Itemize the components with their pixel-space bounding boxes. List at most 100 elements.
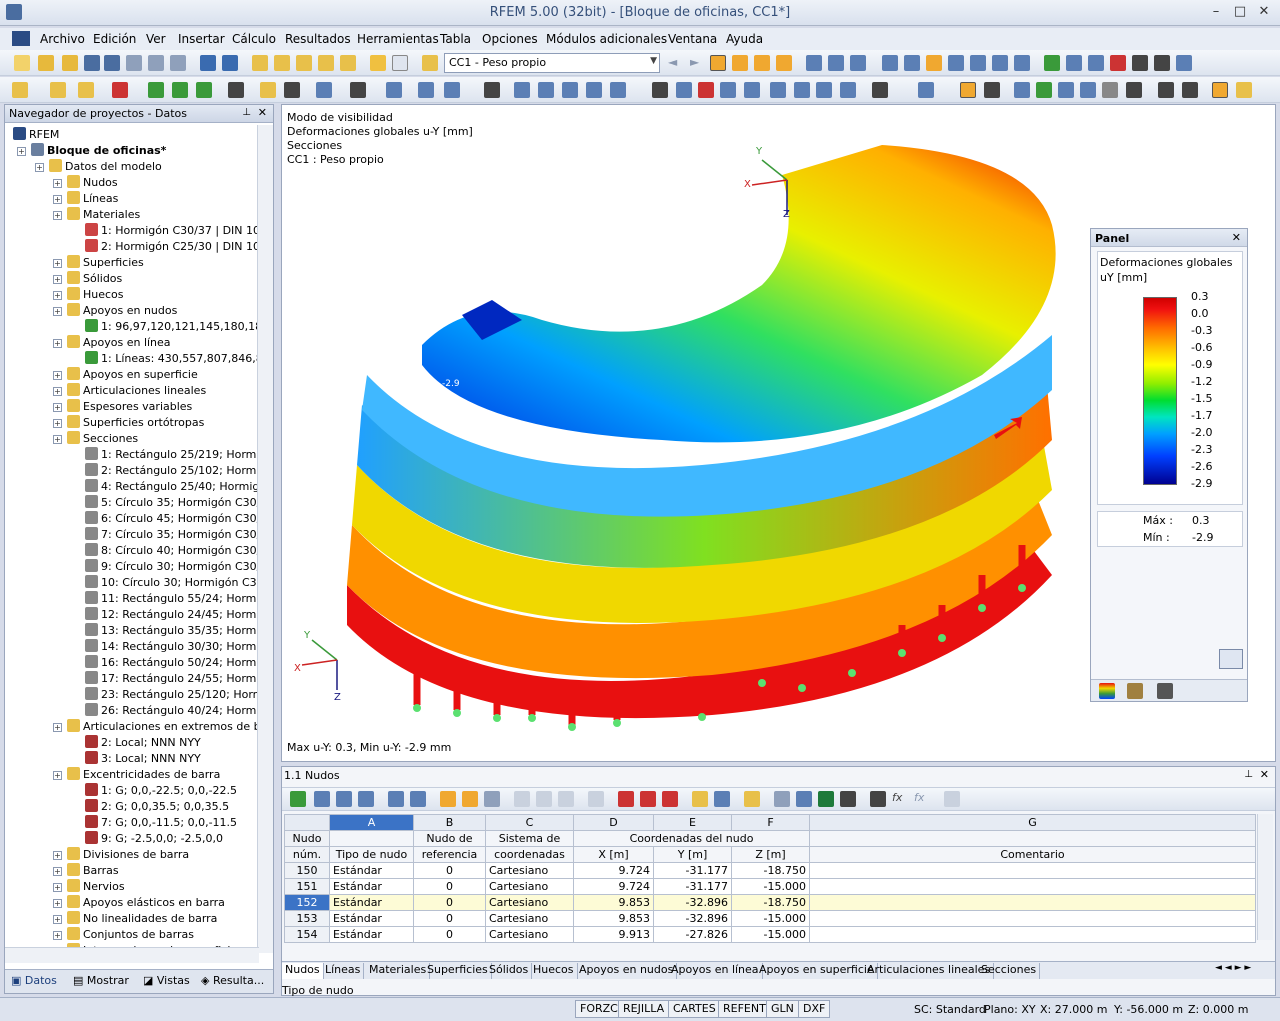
tree-item[interactable]: 2: G; 0,0,35.5; 0,0,35.5 (85, 799, 229, 815)
table-filter-icon[interactable] (692, 791, 708, 807)
tab-scroll-arrows[interactable]: ◄ ◄ ► ► (1212, 963, 1254, 979)
table-note-icon[interactable] (744, 791, 760, 807)
navigator-vertical-scrollbar[interactable] (257, 125, 273, 953)
menu-modulos[interactable]: Módulos adicionales (546, 32, 667, 46)
table-insert-icon[interactable] (514, 791, 530, 807)
cell-y[interactable]: -31.177 (653, 862, 732, 879)
cell-comment[interactable] (809, 910, 1256, 927)
move-icon[interactable] (926, 55, 942, 71)
calc-all-icon[interactable] (274, 55, 290, 71)
select-icon[interactable] (386, 82, 402, 98)
col-header-e[interactable]: E (653, 814, 732, 831)
deformation-icon[interactable] (710, 55, 726, 71)
expand-icon[interactable]: + (53, 211, 62, 220)
tree-item[interactable]: 1: G; 0,0,-22.5; 0,0,-22.5 (85, 783, 237, 799)
grid-icon[interactable] (882, 55, 898, 71)
perspective-icon[interactable] (840, 82, 856, 98)
expand-icon[interactable]: + (17, 147, 26, 156)
tree-item[interactable]: 3: Local; NNN NYY (85, 751, 201, 767)
save-icon[interactable] (84, 55, 100, 71)
insert-support2-icon[interactable] (172, 82, 188, 98)
menu-ayuda[interactable]: Ayuda (726, 32, 763, 46)
cell-num[interactable]: 153 (284, 910, 330, 927)
rfem-logo-icon[interactable] (12, 31, 30, 46)
tab-nudos[interactable]: Nudos (282, 963, 324, 979)
tree-item[interactable]: + No linealidades de barra (53, 911, 217, 927)
solids-icon[interactable] (610, 82, 626, 98)
col-header-f[interactable]: F (731, 814, 810, 831)
tree-item[interactable]: + Nervios (53, 879, 125, 895)
expand-icon[interactable]: + (53, 275, 62, 284)
tree-item[interactable]: 13: Rectángulo 35/35; Hormigó (85, 623, 259, 639)
balance-icon[interactable] (1127, 683, 1143, 699)
grid-toggle-icon[interactable] (1126, 82, 1142, 98)
cell-y[interactable]: -27.826 (653, 926, 732, 943)
tree-item[interactable]: 5: Círculo 35; Hormigón C30/37 (85, 495, 259, 511)
tab-articulaciones-lineales[interactable]: Articulaciones lineales (864, 963, 995, 979)
cube-icon[interactable] (1080, 82, 1096, 98)
cell-comment[interactable] (809, 894, 1256, 911)
show-results-icon[interactable] (318, 55, 334, 71)
expand-icon[interactable]: + (53, 259, 62, 268)
tree-item[interactable]: + Bloque de oficinas* (17, 143, 166, 159)
cell-x[interactable]: 9.913 (573, 926, 654, 943)
expand-icon[interactable]: + (53, 771, 62, 780)
tree-item[interactable]: 1: 96,97,120,121,145,180,181 (85, 319, 259, 335)
expand-icon[interactable]: + (53, 867, 62, 876)
table-delete-icon[interactable] (662, 791, 678, 807)
table-redo-icon[interactable] (462, 791, 478, 807)
render-icon[interactable] (350, 82, 366, 98)
expand-icon[interactable]: + (53, 723, 62, 732)
table-row[interactable]: 154 Estándar 0 Cartesiano 9.913 -27.826 -15.00… (284, 926, 1256, 943)
print-graphic-icon[interactable] (872, 82, 888, 98)
line-icon[interactable] (1088, 55, 1104, 71)
tree-item[interactable]: 1: Líneas: 430,557,807,846,86 (85, 351, 259, 367)
table-row[interactable]: 153 Estándar 0 Cartesiano 9.853 -32.896 -15.00… (284, 910, 1256, 927)
insert-member-icon[interactable] (112, 82, 128, 98)
next-icon[interactable]: ► (690, 55, 706, 71)
color-scale-icon[interactable] (1099, 683, 1115, 699)
zoom-icon[interactable] (1044, 55, 1060, 71)
tree-item[interactable]: 2: Hormigón C25/30 | DIN 1045 (85, 239, 259, 255)
close-icon[interactable]: ✕ (258, 106, 267, 119)
calculate-icon[interactable] (252, 55, 268, 71)
view-top-icon[interactable] (744, 82, 760, 98)
toolbar-extra-icon[interactable] (1236, 82, 1252, 98)
view-iso-icon[interactable] (720, 82, 736, 98)
maximize-button[interactable]: □ (1228, 2, 1252, 22)
expand-icon[interactable]: + (53, 387, 62, 396)
status-forzc-button[interactable]: FORZC (575, 1000, 623, 1018)
tab-lineas[interactable]: Líneas (322, 963, 365, 979)
tree-item[interactable]: 16: Rectángulo 50/24; Hormigó (85, 655, 259, 671)
load-case-select[interactable]: CC1 - Peso propio ▼ (444, 53, 660, 73)
table-row[interactable]: 151 Estándar 0 Cartesiano 9.724 -31.177 -15.00… (284, 878, 1256, 895)
cell-x[interactable]: 9.853 (573, 910, 654, 927)
status-rejilla-button[interactable]: REJILLA (618, 1000, 670, 1018)
formula-clear-icon[interactable]: fx (914, 791, 930, 807)
tree-item[interactable]: + Divisiones de barra (53, 847, 189, 863)
close-icon[interactable]: ✕ (1260, 768, 1269, 781)
open-icon[interactable] (38, 55, 54, 71)
cell-sys[interactable]: Cartesiano (485, 894, 574, 911)
report-icon[interactable] (170, 55, 186, 71)
zoom-all-icon[interactable] (698, 82, 714, 98)
insert-node-icon[interactable] (12, 82, 28, 98)
status-gln-button[interactable]: GLN (766, 1000, 799, 1018)
table-export-icon[interactable] (410, 791, 426, 807)
table-columns-icon[interactable] (714, 791, 730, 807)
col-header-a[interactable]: A (329, 814, 414, 831)
tree-item[interactable]: 9: Círculo 30; Hormigón C30/37 (85, 559, 259, 575)
tab-datos[interactable]: ▣ Datos (11, 974, 57, 987)
col-header-d[interactable]: D (573, 814, 654, 831)
table-copy-icon[interactable] (536, 791, 552, 807)
tree-item[interactable]: 2: Rectángulo 25/102; Hormigó (85, 463, 259, 479)
status-refent-button[interactable]: REFENT (718, 1000, 771, 1018)
cell-ref[interactable]: 0 (413, 926, 486, 943)
cell-ref[interactable]: 0 (413, 894, 486, 911)
tree-item[interactable]: 6: Círculo 45; Hormigón C30/37 (85, 511, 259, 527)
cell-z[interactable]: -18.750 (731, 862, 810, 879)
menu-ver[interactable]: Ver (146, 32, 166, 46)
previous-icon[interactable]: ◄ (668, 55, 684, 71)
tab-apoyos-linea[interactable]: Apoyos en línea (668, 963, 763, 979)
window-icon[interactable] (1158, 82, 1174, 98)
